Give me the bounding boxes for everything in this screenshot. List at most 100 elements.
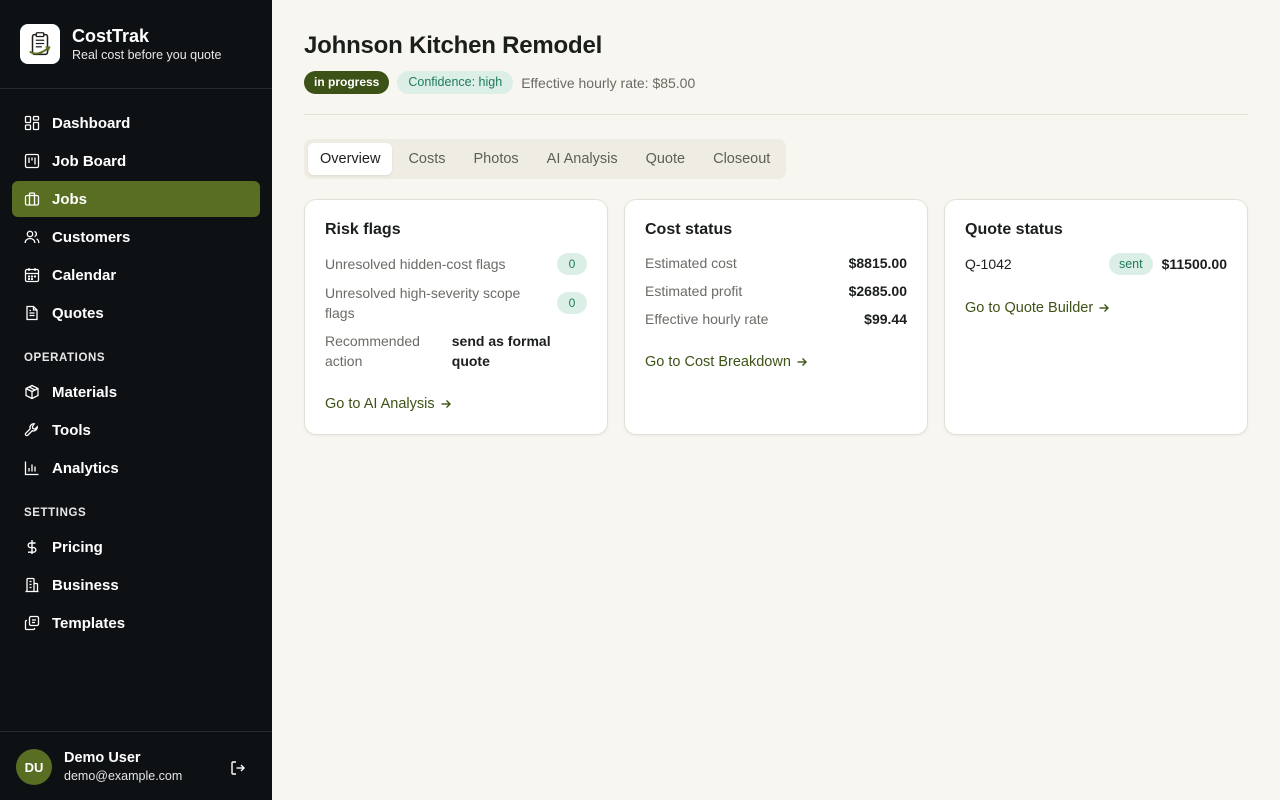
job-meta: in progress Confidence: high Effective h…	[304, 71, 695, 94]
sidebar-item-pricing[interactable]: Pricing	[12, 529, 260, 565]
recommended-value: send as formal quote	[451, 333, 551, 369]
estimated-profit-row: Estimated profit $2685.00	[645, 281, 907, 301]
estimated-cost-row: Estimated cost $8815.00	[645, 253, 907, 273]
sidebar-item-materials[interactable]: Materials	[12, 374, 260, 410]
confidence-badge: Confidence: high	[397, 71, 514, 94]
sidebar-item-quotes[interactable]: Quotes	[12, 295, 260, 331]
risk-label: Unresolved high-severity scope flags	[325, 285, 521, 321]
sidebar-item-label: Templates	[52, 614, 126, 632]
brand-tagline: Real cost before you quote	[72, 48, 222, 62]
cost-value: $99.44	[864, 311, 907, 327]
sidebar-item-label: Calendar	[52, 266, 117, 284]
wrench-icon	[24, 422, 40, 438]
sidebar-item-label: Quotes	[52, 304, 104, 322]
kanban-icon	[24, 153, 40, 169]
settings-nav: Pricing Business Templates	[12, 529, 260, 643]
tab-photos[interactable]: Photos	[462, 143, 531, 175]
main-nav: Dashboard Job Board Jobs Customers Calen…	[12, 105, 260, 333]
brand[interactable]: CostTrak Real cost before you quote	[20, 24, 221, 64]
bar-chart-icon	[24, 460, 40, 476]
cost-label: Estimated cost	[645, 255, 737, 271]
status-badge: in progress	[304, 71, 390, 94]
sidebar-item-jobs[interactable]: Jobs	[12, 181, 260, 217]
count-badge: 0	[557, 292, 587, 314]
sidebar-item-job-board[interactable]: Job Board	[12, 143, 260, 179]
package-icon	[24, 384, 40, 400]
quote-row: Q-1042 sent $11500.00	[965, 253, 1227, 275]
tab-overview[interactable]: Overview	[308, 143, 393, 175]
sidebar-item-label: Jobs	[52, 190, 88, 208]
scope-flags-row: Unresolved high-severity scope flags 0	[325, 283, 587, 323]
dashboard-icon	[24, 115, 40, 131]
briefcase-icon	[24, 191, 40, 207]
page-title: Johnson Kitchen Remodel	[304, 32, 603, 59]
brand-name: CostTrak	[72, 26, 150, 46]
sidebar-item-customers[interactable]: Customers	[12, 219, 260, 255]
templates-icon	[24, 615, 40, 631]
cost-value: $2685.00	[848, 283, 907, 299]
risk-label: Unresolved hidden-cost flags	[325, 256, 506, 272]
tab-quote[interactable]: Quote	[634, 143, 698, 175]
sidebar-item-label: Customers	[52, 228, 131, 246]
arrow-right-icon	[797, 358, 807, 366]
tab-ai-analysis[interactable]: AI Analysis	[535, 143, 630, 175]
building-icon	[24, 577, 40, 593]
arrow-right-icon	[1099, 304, 1110, 312]
arrow-right-icon	[441, 400, 451, 408]
document-icon	[24, 305, 40, 321]
user-name: Demo User	[64, 750, 141, 766]
sidebar: CostTrak Real cost before you quote Dash…	[0, 0, 272, 800]
ai-analysis-link[interactable]: Go to AI Analysis	[325, 396, 452, 412]
sidebar-item-templates[interactable]: Templates	[12, 605, 260, 641]
sidebar-item-label: Materials	[52, 383, 118, 401]
quote-builder-link[interactable]: Go to Quote Builder	[965, 300, 1110, 316]
header-divider	[304, 114, 1248, 115]
link-label: Go to AI Analysis	[325, 396, 435, 412]
sidebar-item-label: Analytics	[52, 459, 119, 477]
cost-breakdown-link[interactable]: Go to Cost Breakdown	[645, 354, 808, 370]
count-badge: 0	[557, 253, 587, 275]
recommended-action-row: Recommended action send as formal quote	[325, 331, 587, 371]
sidebar-item-business[interactable]: Business	[12, 567, 260, 603]
sidebar-item-label: Job Board	[52, 152, 127, 170]
avatar[interactable]: DU	[16, 749, 52, 785]
card-title: Cost status	[645, 221, 733, 238]
section-heading-settings: SETTINGS	[24, 507, 87, 519]
sidebar-item-dashboard[interactable]: Dashboard	[12, 105, 260, 141]
sidebar-divider	[0, 88, 272, 89]
hidden-cost-flags-row: Unresolved hidden-cost flags 0	[325, 253, 587, 275]
sidebar-item-analytics[interactable]: Analytics	[12, 450, 260, 486]
user-profile: DU Demo User demo@example.com	[0, 731, 272, 800]
card-title: Risk flags	[325, 221, 401, 238]
dollar-icon	[24, 539, 40, 555]
main-content: Johnson Kitchen Remodel in progress Conf…	[272, 0, 1280, 800]
quote-amount: $11500.00	[1161, 256, 1227, 272]
sidebar-item-label: Tools	[52, 421, 91, 439]
hourly-rate-text: Effective hourly rate: $85.00	[521, 74, 696, 91]
calendar-icon	[24, 267, 40, 283]
logout-icon[interactable]	[229, 759, 247, 777]
tab-costs[interactable]: Costs	[396, 143, 457, 175]
user-email: demo@example.com	[64, 769, 183, 783]
sidebar-item-label: Dashboard	[52, 114, 131, 132]
recommended-label: Recommended action	[325, 333, 420, 369]
cost-label: Estimated profit	[645, 283, 743, 299]
job-tabs: Overview Costs Photos AI Analysis Quote …	[304, 139, 787, 179]
link-label: Go to Quote Builder	[965, 300, 1094, 316]
users-icon	[24, 229, 40, 245]
sidebar-item-label: Pricing	[52, 538, 103, 556]
link-label: Go to Cost Breakdown	[645, 354, 791, 370]
cost-value: $8815.00	[848, 255, 907, 271]
effective-hourly-rate-row: Effective hourly rate $99.44	[645, 309, 907, 329]
operations-nav: Materials Tools Analytics	[12, 374, 260, 488]
card-title: Quote status	[965, 221, 1063, 238]
cost-label: Effective hourly rate	[645, 311, 769, 327]
sidebar-item-calendar[interactable]: Calendar	[12, 257, 260, 293]
cost-status-card: Cost status Estimated cost $8815.00 Esti…	[624, 199, 928, 435]
risk-flags-card: Risk flags Unresolved hidden-cost flags …	[304, 199, 608, 435]
quote-status-badge: sent	[1108, 253, 1153, 275]
sidebar-item-label: Business	[52, 576, 119, 594]
sidebar-item-tools[interactable]: Tools	[12, 412, 260, 448]
quote-status-card: Quote status Q-1042 sent $11500.00 Go to…	[944, 199, 1248, 435]
tab-closeout[interactable]: Closeout	[701, 143, 782, 175]
